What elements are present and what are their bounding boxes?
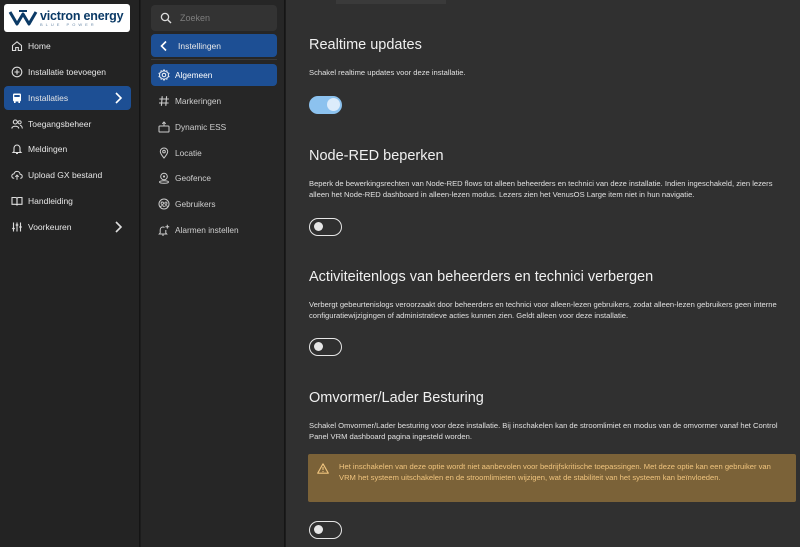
warning-banner: Het inschakelen van deze optie wordt nie… [308,454,796,502]
section-title-inverter-control: Omvormer/Lader Besturing [309,390,484,406]
nav-item-notifications[interactable]: Meldingen [4,137,131,161]
subnav-item-label: Dynamic ESS [175,122,227,132]
section-title-activity-logs: Activiteitenlogs van beheerders en techn… [309,269,654,285]
nav-item-access-control[interactable]: Toegangsbeheer [4,112,131,136]
node-red-restrict-toggle[interactable] [309,218,342,236]
section-title-realtime: Realtime updates [309,37,422,53]
brand-name: victron energy [40,8,124,23]
subnav-divider [151,59,277,60]
nav-item-label: Upload GX bestand [28,170,103,180]
ess-icon [157,121,170,134]
subnav-item-label: Alarmen instellen [175,225,239,235]
users-icon [10,118,23,131]
warning-text: Het inschakelen van deze optie wordt nie… [339,462,771,482]
subnav-item-label: Geofence [175,173,211,183]
settings-content: Realtime updates Schakel realtime update… [286,0,800,547]
realtime-updates-toggle[interactable] [309,96,342,114]
toggle-knob [327,98,340,111]
nav-item-preferences[interactable]: Voorkeuren [4,215,131,239]
hash-icon [157,95,170,108]
nav-item-label: Handleiding [28,196,73,206]
sliders-icon [10,221,23,234]
nav-item-label: Toegangsbeheer [28,119,92,129]
hide-activity-logs-toggle[interactable] [309,338,342,356]
chevron-right-icon [115,221,123,233]
nav-item-label: Home [28,41,51,51]
section-title-node-red: Node-RED beperken [309,148,444,164]
bell-icon [10,143,23,156]
installation-icon [10,92,23,105]
subnav-item-alarms[interactable]: Alarmen instellen [151,219,277,241]
users-icon [157,198,170,211]
search-placeholder: Zoeken [180,13,211,23]
scroll-edge [336,0,446,4]
toggle-knob [314,222,323,231]
main-sidebar: victron energy BLUE POWER Home Installat… [0,0,140,547]
subnav-item-tags[interactable]: Markeringen [151,90,277,112]
nav-item-installations[interactable]: Installaties [4,86,131,110]
nav-item-label: Installaties [28,93,69,103]
bell-plus-icon [157,224,170,237]
nav-item-label: Installatie toevoegen [28,67,106,77]
section-desc-node-red: Beperk de bewerkingsrechten van Node-RED… [309,179,773,199]
subnav-item-label: Locatie [175,148,202,158]
search-input[interactable]: Zoeken [151,5,277,31]
toggle-knob [314,342,323,351]
nav-item-home[interactable]: Home [4,34,131,58]
subnav-item-label: Markeringen [175,96,222,106]
nav-item-label: Voorkeuren [28,222,72,232]
subnav-item-dynamic-ess[interactable]: Dynamic ESS [151,116,277,138]
settings-subnav: Zoeken Instellingen Algemeen Markeringen… [141,0,285,547]
subnav-item-geofence[interactable]: Geofence [151,167,277,189]
chevron-right-icon [115,92,123,104]
nav-item-manual[interactable]: Handleiding [4,189,131,213]
book-icon [10,195,23,208]
back-to-settings-button[interactable]: Instellingen [151,34,277,57]
nav-item-add-installation[interactable]: Installatie toevoegen [4,60,131,84]
section-desc-activity-logs: Verbergt gebeurtenislogs veroorzaakt doo… [309,300,777,320]
gear-icon [157,69,170,82]
subnav-item-users[interactable]: Gebruikers [151,193,277,215]
toggle-knob [314,525,323,534]
plus-circle-icon [10,66,23,79]
victron-logo-icon [8,10,38,26]
location-pin-icon [157,147,170,160]
inverter-control-toggle[interactable] [309,521,342,539]
subnav-item-label: Algemeen [175,70,213,80]
nav-item-label: Meldingen [28,144,68,154]
home-icon [10,40,23,53]
brand-tagline: BLUE POWER [40,21,97,27]
chevron-left-icon [160,40,167,51]
search-icon [160,12,172,24]
geofence-icon [157,172,170,185]
back-label: Instellingen [178,40,222,51]
section-desc-inverter-control: Schakel Omvormer/Lader besturing voor de… [309,421,778,441]
nav-item-upload-gx[interactable]: Upload GX bestand [4,163,131,187]
subnav-item-location[interactable]: Locatie [151,142,277,164]
upload-cloud-icon [10,169,23,182]
section-desc-realtime: Schakel realtime updates voor deze insta… [309,68,466,77]
victron-logo[interactable]: victron energy BLUE POWER [4,4,130,32]
warning-triangle-icon [317,463,329,474]
subnav-item-label: Gebruikers [175,199,216,209]
subnav-item-general[interactable]: Algemeen [151,64,277,86]
